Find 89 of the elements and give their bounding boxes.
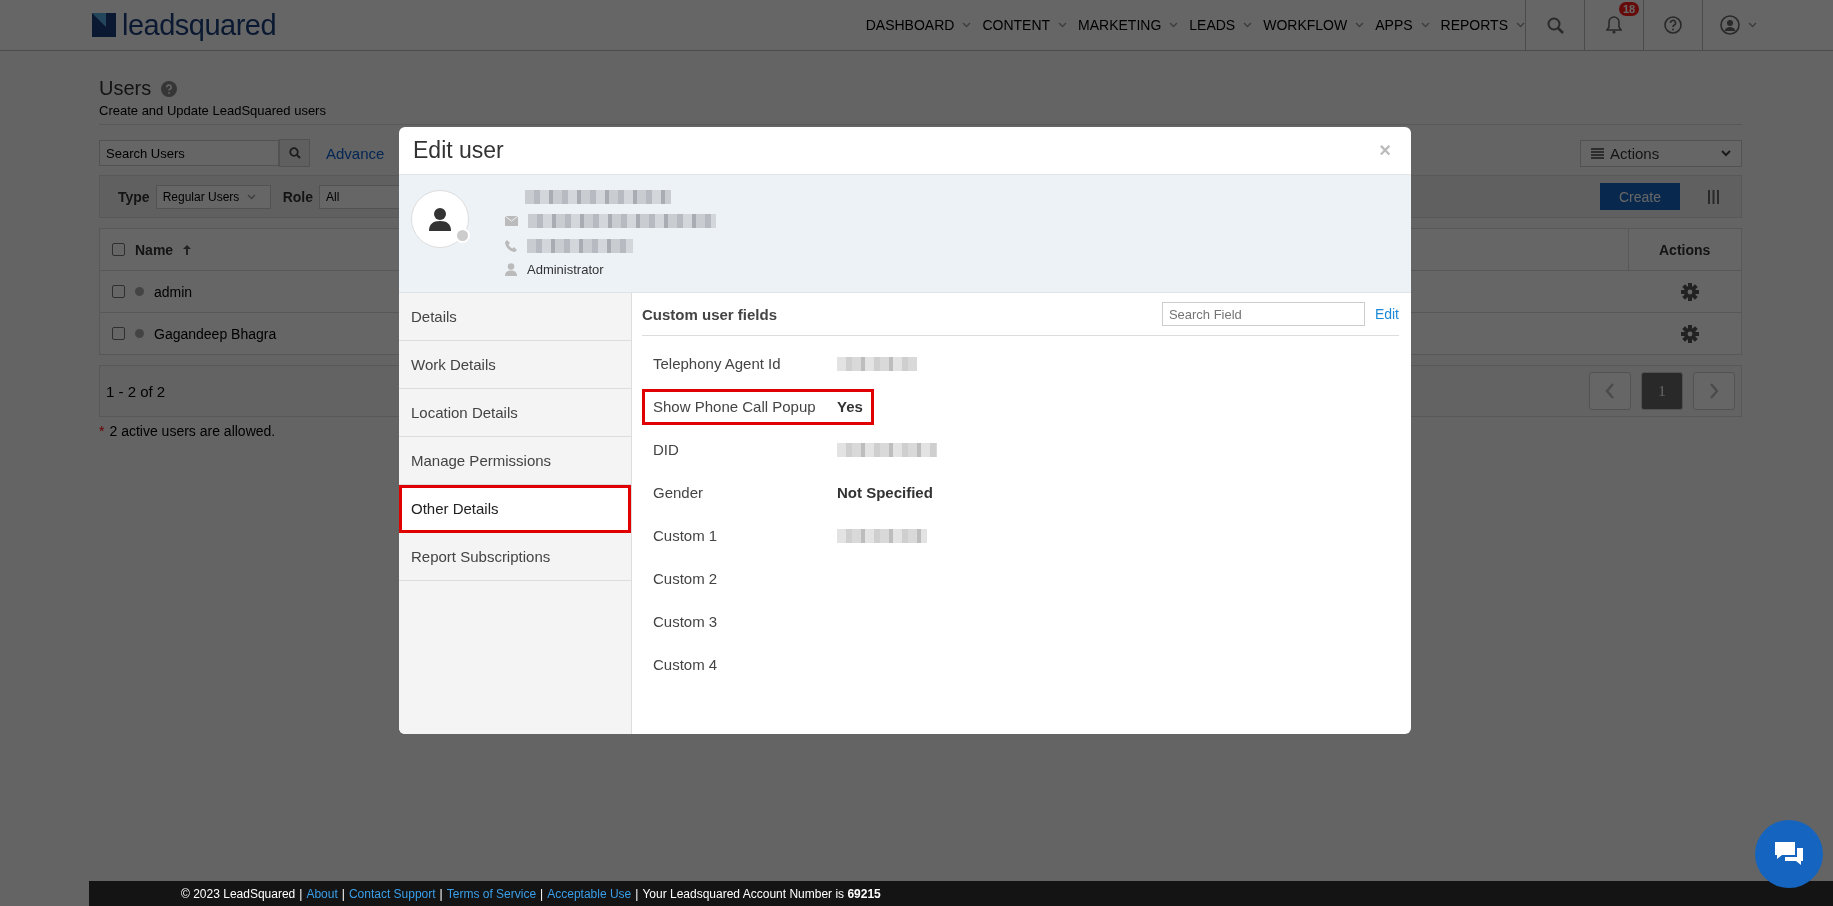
copyright-text: © 2023 LeadSquared <box>181 886 296 901</box>
column-header[interactable]: Name <box>135 241 174 258</box>
field-label: Telephony Agent Id <box>653 355 782 372</box>
caret-icon <box>247 193 257 200</box>
chevron-right-icon <box>1709 383 1719 399</box>
user-role: Administrator <box>527 262 604 278</box>
next-page-button[interactable] <box>1693 372 1735 410</box>
caret-icon <box>1721 149 1731 157</box>
field-value: Yes <box>837 398 863 415</box>
search-button[interactable] <box>279 139 310 167</box>
settings-icon[interactable] <box>1681 324 1699 343</box>
bell-icon[interactable] <box>1606 16 1622 34</box>
field-label: DID <box>653 441 680 458</box>
column-header: Actions <box>1659 241 1711 258</box>
dialog-title: Edit user <box>413 137 504 164</box>
result-range: 1 - 2 of 2 <box>106 382 166 400</box>
search-field[interactable]: Search Field <box>1161 302 1365 326</box>
field-label: Custom 2 <box>653 570 719 587</box>
checkbox[interactable] <box>112 243 125 256</box>
user-icon[interactable] <box>1719 15 1740 35</box>
search-icon <box>288 147 301 159</box>
nav-item[interactable]: CONTENT <box>971 17 1059 33</box>
checkbox[interactable] <box>112 327 125 340</box>
columns-icon[interactable] <box>1708 189 1719 204</box>
phone-icon <box>505 239 517 252</box>
caret-icon <box>1243 22 1253 28</box>
chat-bubbles-icon <box>1773 840 1805 868</box>
filter-select[interactable]: Regular Users <box>155 184 271 209</box>
checkbox[interactable] <box>112 285 125 298</box>
nav-item[interactable]: DASHBOARD <box>854 17 963 33</box>
field-value: Not Specified <box>837 484 933 501</box>
field-label: Custom 3 <box>653 613 719 630</box>
caret-icon <box>1516 22 1525 28</box>
help-icon[interactable] <box>161 80 178 97</box>
field-label: Show Phone Call Popup <box>653 398 817 415</box>
filter-label: Role <box>282 188 313 205</box>
note-text: 2 active users are allowed. <box>109 423 276 439</box>
nav-item[interactable]: APPS <box>1364 17 1421 33</box>
caret-icon <box>1169 22 1179 28</box>
footer-link[interactable]: Terms of Service <box>446 886 537 901</box>
chevron-left-icon <box>1605 383 1615 399</box>
settings-icon[interactable] <box>1681 282 1699 301</box>
separator: | <box>540 886 544 901</box>
footer-link[interactable]: About <box>306 886 338 901</box>
separator: | <box>341 886 345 901</box>
brand-name: leadsquared <box>122 8 277 42</box>
create-button[interactable]: Create <box>1600 183 1680 210</box>
status-dot <box>135 287 144 296</box>
nav-item[interactable]: MARKETING <box>1067 17 1170 33</box>
separator: | <box>299 886 303 901</box>
close-button[interactable]: × <box>1373 138 1397 163</box>
nav-item[interactable]: LEADS <box>1178 17 1244 33</box>
search-field[interactable]: Search Users <box>99 140 279 166</box>
status-dot <box>135 329 144 338</box>
required-mark: * <box>99 423 105 439</box>
menu-icon <box>1591 147 1604 159</box>
account-number-text: Your Leadsquared Account Number is 69215 <box>642 886 881 901</box>
help-icon[interactable] <box>1664 16 1682 34</box>
caret-icon <box>1058 22 1068 28</box>
caret-icon <box>1355 22 1365 28</box>
nav-item[interactable]: REPORTS <box>1429 17 1516 33</box>
footer-link[interactable]: Acceptable Use <box>547 886 632 901</box>
field-label: Custom 1 <box>653 527 719 544</box>
separator: | <box>439 886 443 901</box>
person-icon <box>505 263 517 277</box>
search-icon[interactable] <box>1546 16 1564 34</box>
caret-icon <box>1747 22 1757 28</box>
field-label: Custom 4 <box>653 656 719 673</box>
footer-link[interactable]: Contact Support <box>348 886 436 901</box>
field-label: Gender <box>653 484 705 501</box>
actions-dropdown[interactable]: Actions <box>1580 139 1742 167</box>
previous-page-button[interactable] <box>1589 372 1631 410</box>
separator: | <box>635 886 639 901</box>
notification-badge: 18 <box>1619 2 1640 16</box>
sort-arrow-icon[interactable] <box>183 244 192 255</box>
edit-link[interactable]: Edit <box>1374 306 1399 322</box>
filter-label: Type <box>118 188 150 205</box>
nav-item[interactable]: WORKFLOW <box>1252 17 1356 33</box>
table-cell: admin <box>154 283 193 300</box>
page-subtitle: Create and Update LeadSquared users <box>99 103 1742 125</box>
advanced-search-link[interactable]: Advance <box>326 144 385 162</box>
page-title: Users <box>99 77 152 100</box>
sidebar-tab[interactable]: Other Details <box>399 485 631 533</box>
caret-icon <box>1420 22 1430 28</box>
section-title: Custom user fields <box>642 305 778 323</box>
envelope-icon <box>505 216 518 227</box>
logo-icon <box>92 13 116 37</box>
caret-icon <box>962 22 972 28</box>
table-cell: Gagandeep Bhagra <box>154 325 277 342</box>
